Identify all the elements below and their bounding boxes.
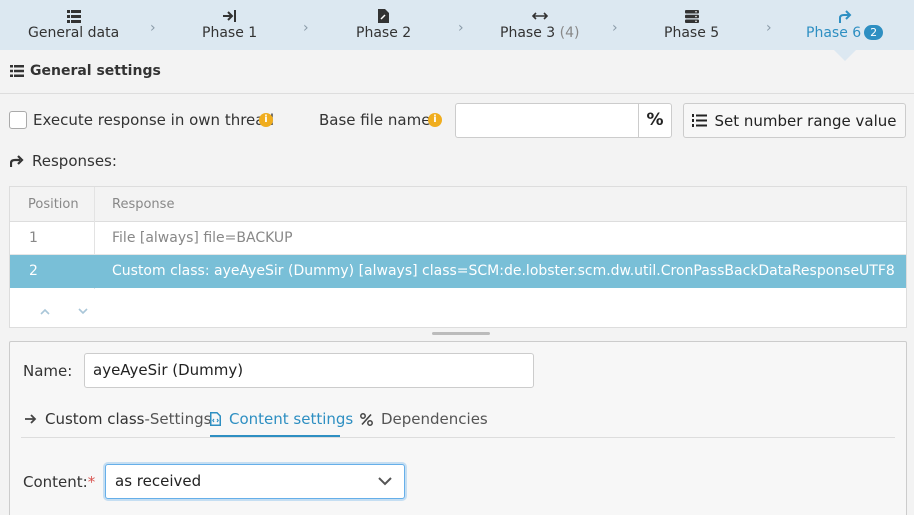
- section-title: General settings: [30, 63, 161, 79]
- name-input[interactable]: ayeAyeSir (Dummy): [84, 353, 534, 388]
- move-up-icon[interactable]: [40, 304, 50, 318]
- resize-handle[interactable]: [432, 332, 490, 335]
- server-icon: [684, 8, 699, 24]
- phase-tab-2[interactable]: Phase 2: [356, 0, 411, 41]
- active-tab-underline: [210, 435, 340, 437]
- cell-position: 1: [29, 230, 38, 246]
- range-button-label: Set number range value: [714, 111, 897, 130]
- tab-dependencies[interactable]: Dependencies: [360, 410, 488, 428]
- content-select[interactable]: as received: [105, 464, 405, 499]
- list-icon: [66, 8, 81, 24]
- percent-variable-button[interactable]: %: [638, 103, 672, 138]
- list-icon: [10, 65, 24, 77]
- move-down-icon[interactable]: [78, 304, 88, 318]
- percent-icon: [360, 412, 373, 426]
- required-marker: *: [87, 473, 96, 491]
- phase-tab-general-data[interactable]: General data: [28, 0, 119, 41]
- cell-response: File [always] file=BACKUP: [112, 230, 293, 246]
- chevron-right-icon: ›: [612, 20, 618, 36]
- table-row-selected[interactable]: 2 Custom class: ayeAyeSir (Dummy) [alway…: [10, 255, 906, 288]
- chevron-down-icon: [378, 477, 392, 486]
- phase-tab-label: General data: [28, 25, 120, 41]
- responses-table: Position Response 1 File [always] file=B…: [9, 186, 907, 328]
- file-code-icon: [210, 412, 221, 426]
- phase-tab-label: Phase 1: [202, 25, 258, 41]
- chevron-right-icon: ›: [458, 20, 464, 36]
- column-header-position[interactable]: Position: [28, 197, 79, 212]
- tab-content-settings[interactable]: Content settings: [210, 410, 353, 428]
- cell-response: Custom class: ayeAyeSir (Dummy) [always]…: [112, 263, 895, 279]
- phase-tab-label: Phase 6: [806, 25, 862, 41]
- detail-tabs: Custom class-Settings Content settings D…: [21, 400, 895, 438]
- tab-label-strong: Custom class: [45, 410, 145, 428]
- chevron-right-icon: ›: [150, 20, 156, 36]
- chevron-right-icon: ›: [303, 20, 309, 36]
- name-label: Name:: [23, 362, 73, 380]
- info-icon[interactable]: i: [428, 113, 442, 127]
- general-settings-heading: General settings: [10, 63, 161, 79]
- base-file-label: Base file name:: [319, 111, 436, 129]
- table-header: Position Response: [10, 187, 906, 222]
- base-file-input[interactable]: [455, 103, 639, 138]
- tab-label: Content settings: [229, 410, 354, 428]
- content-select-value: as received: [115, 472, 202, 490]
- file-edit-icon: [378, 8, 390, 24]
- column-header-response[interactable]: Response: [112, 197, 174, 212]
- phase-tab-label: Phase 5: [664, 25, 720, 41]
- left-right-arrows-icon: [531, 8, 548, 24]
- phase-tab-6[interactable]: Phase 62: [806, 0, 884, 41]
- tab-label: Dependencies: [381, 410, 488, 428]
- arrow-right-icon: [25, 414, 37, 424]
- responses-label: Responses:: [32, 152, 117, 170]
- share-arrow-icon: [838, 8, 852, 24]
- active-tab-caret: [834, 50, 856, 61]
- chevron-right-icon: ›: [766, 20, 772, 36]
- execute-thread-checkbox[interactable]: [9, 111, 27, 129]
- phase-tab-label: Phase 3: [500, 25, 556, 41]
- set-number-range-button[interactable]: Set number range value: [683, 103, 906, 138]
- share-arrow-icon: [10, 155, 24, 167]
- phase-tab-1[interactable]: Phase 1: [202, 0, 257, 41]
- responses-heading: Responses:: [10, 152, 117, 170]
- arrow-to-right-icon: [222, 8, 237, 24]
- tab-custom-class-settings[interactable]: Custom class-Settings: [25, 410, 211, 428]
- phase-badge: 2: [864, 25, 884, 40]
- phase-tab-3[interactable]: Phase 3 (4): [500, 0, 579, 41]
- phase-tab-label: Phase 2: [356, 25, 412, 41]
- tab-label-rest: -Settings: [144, 410, 212, 428]
- phase-tab-5[interactable]: Phase 5: [664, 0, 719, 41]
- phase-navigation: General data › Phase 1 › Phase 2 › Phase…: [0, 0, 914, 50]
- divider: [0, 93, 914, 94]
- cell-position: 2: [29, 263, 38, 279]
- phase-count: (4): [559, 25, 580, 41]
- content-label: Content:*: [23, 473, 96, 491]
- execute-thread-label: Execute response in own thread: [33, 111, 274, 129]
- info-icon[interactable]: i: [259, 113, 273, 127]
- table-row[interactable]: 1 File [always] file=BACKUP: [10, 222, 906, 255]
- ordered-list-icon: [692, 114, 708, 127]
